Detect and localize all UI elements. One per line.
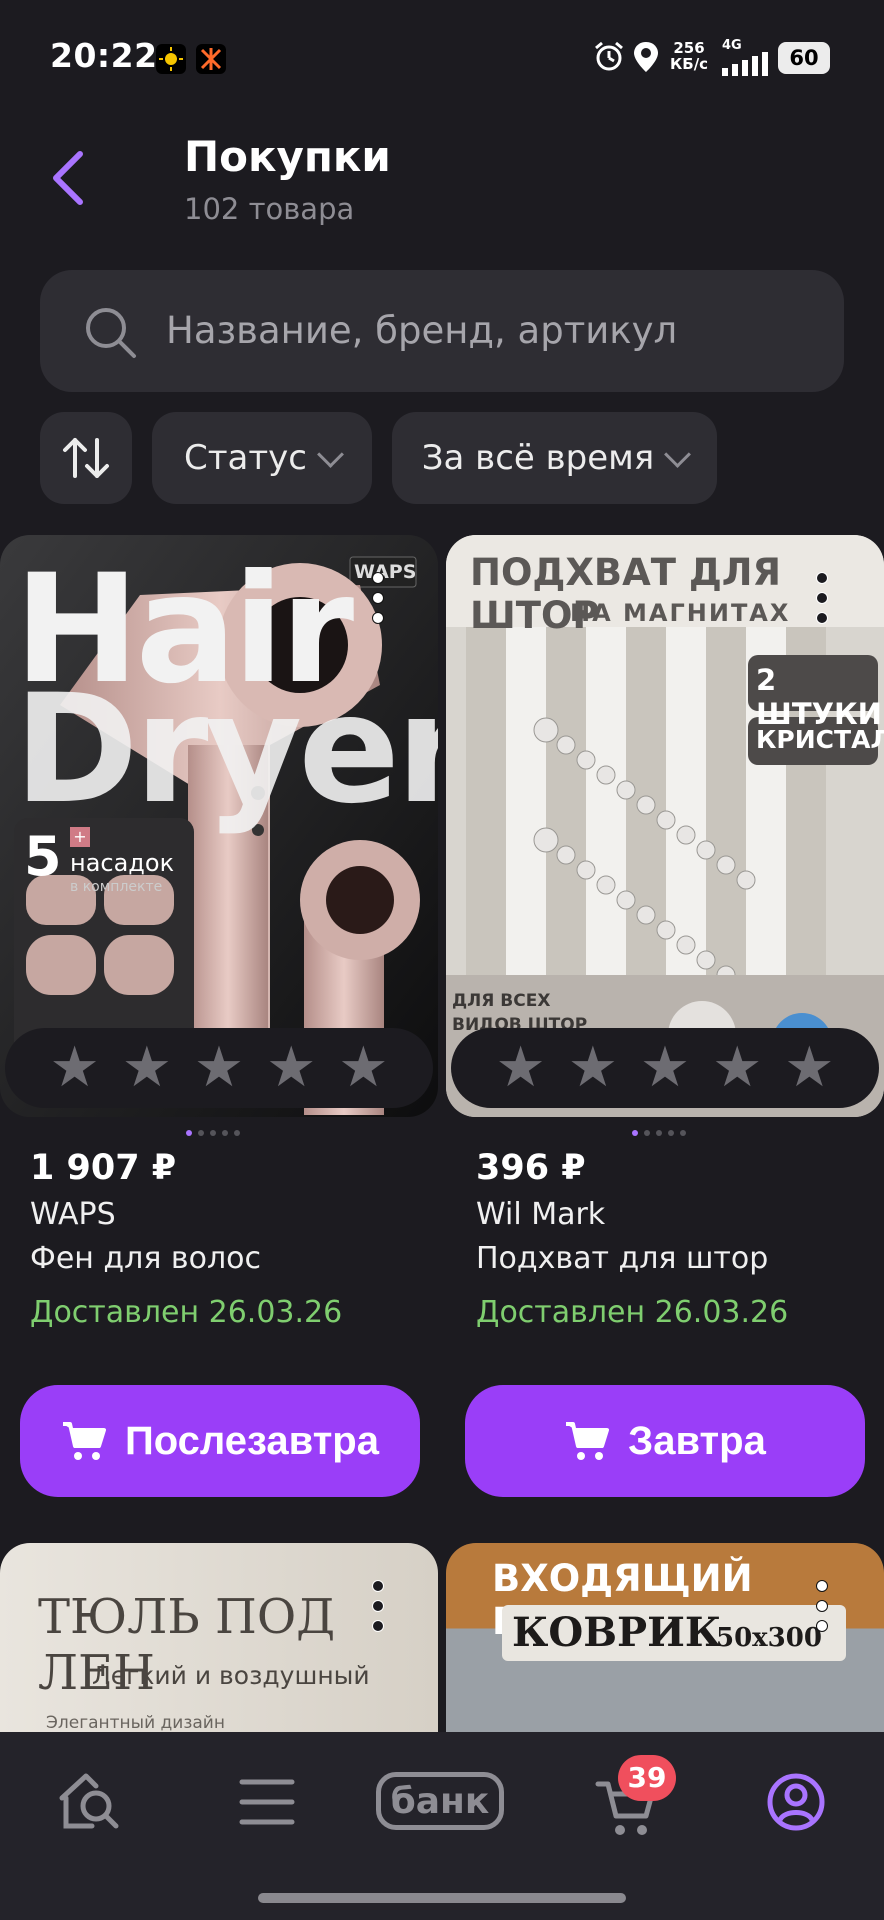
search-icon [86, 308, 136, 358]
image-badge-plus: + [70, 827, 90, 847]
image-tag-count: 2 ШТУКИ [756, 663, 882, 731]
add-to-cart-label: Послезавтра [125, 1418, 379, 1463]
back-arrow-icon[interactable] [46, 148, 90, 208]
period-filter-label: За всё время [421, 438, 655, 478]
star-icon[interactable]: ★ [568, 1040, 618, 1096]
star-icon[interactable]: ★ [194, 1040, 244, 1096]
items-count: 102 товара [184, 192, 355, 226]
cart-count-badge: 39 [618, 1755, 676, 1801]
product-price: 396 ₽ [476, 1148, 586, 1188]
image-pager-dots [186, 1130, 240, 1138]
preview-subtitle: КОВРИК [512, 1609, 722, 1656]
alarm-icon [595, 41, 623, 71]
add-to-cart-button[interactable]: Послезавтра [20, 1385, 420, 1497]
product-brand: WAPS [30, 1197, 116, 1232]
product-image-mat[interactable]: ВХОДЯЩИЙ ВЫЗОВ КОВРИК 50х300 [446, 1543, 884, 1733]
status-filter-dropdown[interactable]: Статус [152, 412, 372, 504]
product-price: 1 907 ₽ [30, 1148, 177, 1188]
rating-stars[interactable]: ★ ★ ★ ★ ★ [451, 1028, 879, 1108]
chevron-down-icon [317, 440, 344, 468]
network-type: 4G [722, 38, 742, 53]
status-bar: 20:22 256 КБ/с 4G 60 [0, 0, 884, 110]
product-name: Подхват для штор [476, 1241, 769, 1276]
more-options-icon[interactable] [372, 1578, 384, 1634]
cart-icon [566, 1422, 610, 1460]
signal-icon [722, 52, 768, 76]
image-pager-dots [632, 1130, 686, 1138]
star-icon[interactable]: ★ [712, 1040, 762, 1096]
product-name: Фен для волос [30, 1241, 261, 1276]
star-icon[interactable]: ★ [640, 1040, 690, 1096]
image-hero-line2: Dryer [14, 663, 438, 837]
image-badge-line2: в комплекте [70, 879, 163, 895]
star-icon[interactable]: ★ [266, 1040, 316, 1096]
image-badge-line1: насадок [70, 849, 175, 877]
search-input[interactable] [166, 300, 786, 360]
bank-label: банк [390, 1780, 490, 1822]
star-icon[interactable]: ★ [495, 1040, 545, 1096]
battery-indicator: 60 [778, 42, 830, 74]
more-options-icon[interactable] [816, 1578, 828, 1634]
star-icon[interactable]: ★ [49, 1040, 99, 1096]
product-brand: Wil Mark [476, 1197, 606, 1232]
location-icon [634, 42, 658, 72]
chevron-down-icon [664, 440, 692, 468]
image-tag-material: КРИСТАЛЛ [756, 725, 884, 754]
star-icon[interactable]: ★ [122, 1040, 172, 1096]
network-speed: 256 КБ/с [670, 39, 709, 73]
add-to-cart-label: Завтра [628, 1418, 766, 1463]
preview-caption: 50х300 [716, 1623, 822, 1653]
menu-icon[interactable] [238, 1768, 296, 1836]
image-badge-count: 5 [24, 825, 62, 888]
star-icon[interactable]: ★ [338, 1040, 388, 1096]
home-indicator[interactable] [258, 1893, 626, 1903]
more-options-icon[interactable] [372, 570, 384, 626]
star-icon[interactable]: ★ [784, 1040, 834, 1096]
status-filter-label: Статус [183, 438, 307, 478]
profile-icon[interactable] [766, 1768, 826, 1836]
delivery-status: Доставлен 26.03.26 [30, 1295, 343, 1330]
sort-icon [63, 438, 109, 478]
image-logo: WAPS [354, 561, 417, 583]
home-search-icon[interactable] [56, 1768, 124, 1836]
product-image-tulle[interactable]: ТЮЛЬ ПОД ЛЕН Легкий и воздушный Элегантн… [0, 1543, 438, 1733]
rating-stars[interactable]: ★ ★ ★ ★ ★ [5, 1028, 433, 1108]
sun-app-icon [156, 44, 186, 74]
preview-caption: Элегантный дизайн [46, 1713, 225, 1733]
add-to-cart-button[interactable]: Завтра [465, 1385, 865, 1497]
page-title: Покупки [184, 132, 391, 181]
image-corner-line1: ДЛЯ ВСЕХ [452, 991, 551, 1011]
preview-subtitle: Легкий и воздушный [92, 1661, 370, 1690]
period-filter-dropdown[interactable]: За всё время [392, 412, 717, 504]
cart-icon [63, 1422, 107, 1460]
image-title-line2: НА МАГНИТАХ [570, 599, 791, 627]
more-options-icon[interactable] [816, 570, 828, 626]
bank-button[interactable]: банк [376, 1772, 504, 1830]
burst-app-icon [196, 44, 226, 74]
sort-button[interactable] [40, 412, 132, 504]
delivery-status: Доставлен 26.03.26 [476, 1295, 789, 1330]
status-time: 20:22 [50, 36, 158, 75]
